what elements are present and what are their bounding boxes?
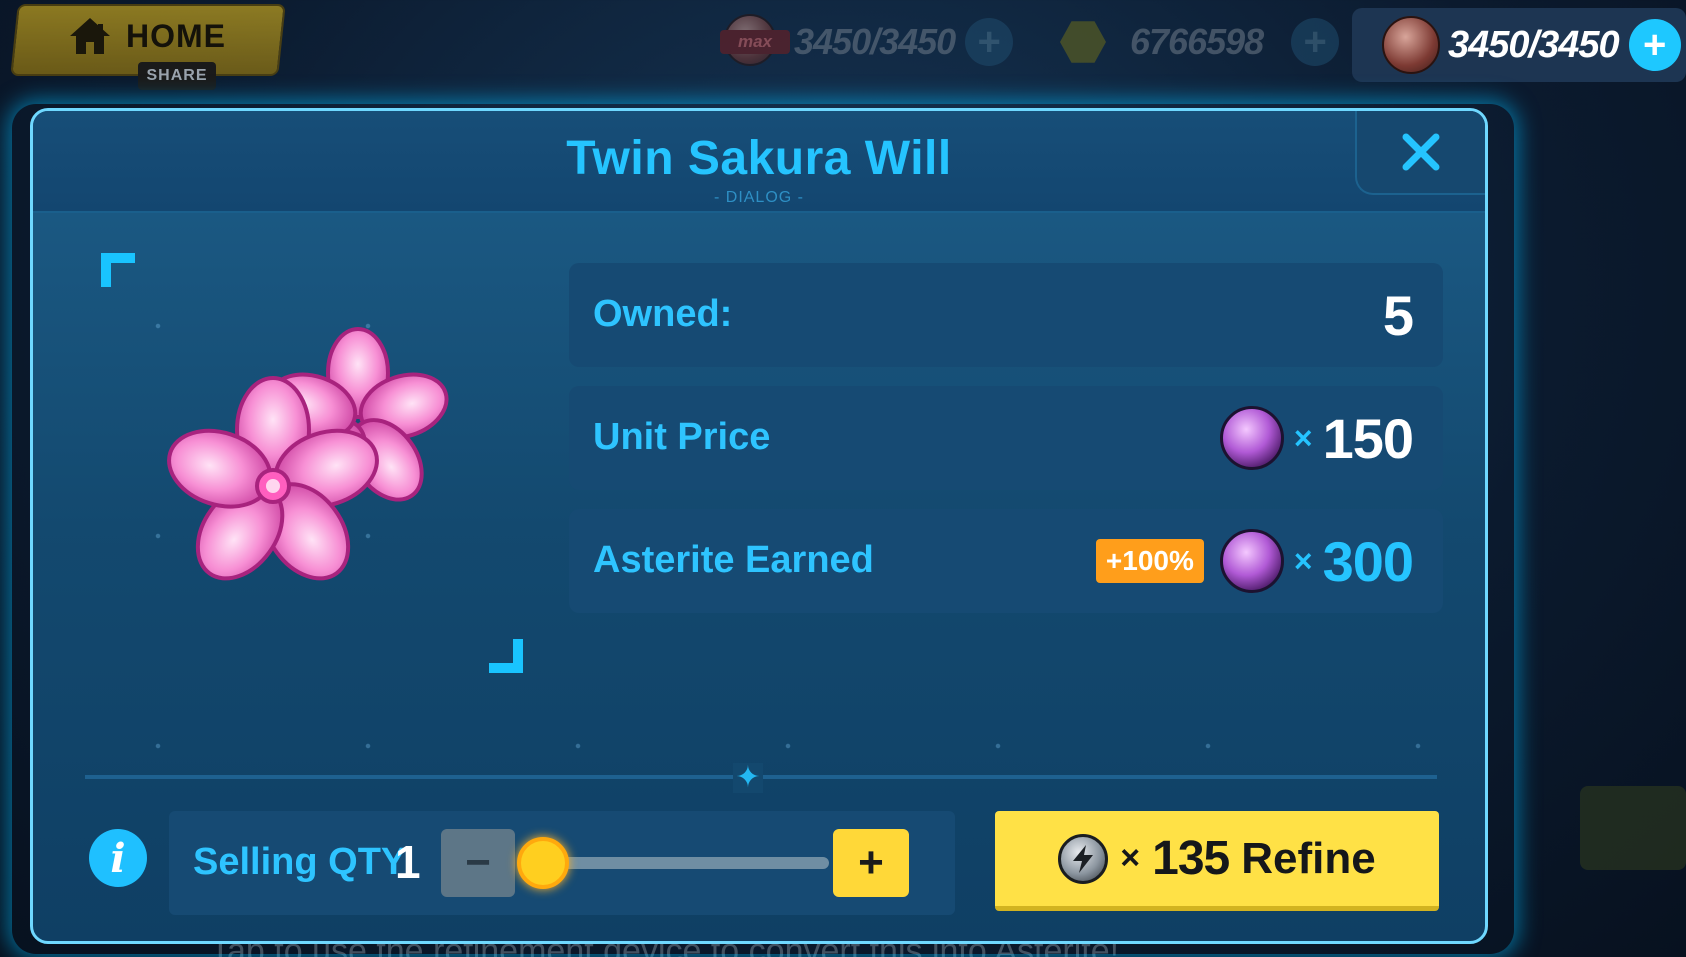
selling-qty-value: 1 <box>395 836 421 888</box>
owned-value: 5 <box>1382 283 1414 347</box>
top-bar: HOME SHARE max 3450/3450 + 6766598 + 345… <box>0 0 1686 90</box>
gold-value: 6766598 <box>1130 21 1264 62</box>
close-icon <box>1402 133 1440 171</box>
owned-label: Owned: <box>593 293 733 335</box>
dialog-title: Twin Sakura Will <box>566 132 952 185</box>
share-tag[interactable]: SHARE <box>138 62 216 90</box>
energy-value: 3450/3450 <box>1448 23 1620 66</box>
stamina-value: 3450/3450 <box>794 21 956 62</box>
asterite-gem-icon <box>1219 406 1284 470</box>
times-sign: × <box>1293 419 1313 456</box>
stamina-resource: max 3450/3450 + <box>720 14 1014 70</box>
selling-qty-label: Selling QTY <box>193 841 407 883</box>
sakura-flower-icon <box>167 327 449 581</box>
decrease-qty-button[interactable]: − <box>441 829 515 897</box>
sell-dialog: Twin Sakura Will - DIALOG - Owned: 5 Uni… <box>30 108 1488 944</box>
energy-resource: 3450/3450 + <box>1352 8 1686 82</box>
unit-price-row: Unit Price × 150 <box>569 386 1443 490</box>
owned-row: Owned: 5 <box>569 263 1443 367</box>
gold-add-button[interactable]: + <box>1291 18 1340 66</box>
asterite-earned-row: Asterite Earned +100% × 300 <box>569 509 1443 613</box>
divider-star-icon: ✦ <box>733 763 763 793</box>
selling-qty-panel: Selling QTY 1 − + <box>169 811 955 915</box>
stamina-add-button[interactable]: + <box>965 18 1014 66</box>
max-tag: max <box>720 30 790 54</box>
asterite-gem-icon <box>1219 529 1284 593</box>
unit-price-value: 150 <box>1322 406 1414 470</box>
refine-device-icon <box>1058 833 1109 884</box>
lightning-icon <box>1073 844 1094 873</box>
image-frame-corner-bottom-right <box>489 639 523 673</box>
gold-resource: 6766598 + <box>1060 14 1340 70</box>
asterite-earned-value: 300 <box>1322 529 1414 593</box>
refine-times-sign: × <box>1120 839 1141 877</box>
unit-price-label: Unit Price <box>593 416 771 458</box>
gold-icon <box>1060 21 1106 63</box>
refine-button[interactable]: × 135 Refine <box>995 811 1439 911</box>
qty-slider-track[interactable] <box>529 857 829 869</box>
dialog-header: Twin Sakura Will - DIALOG - <box>33 111 1485 213</box>
home-label: HOME <box>126 17 226 54</box>
close-button[interactable] <box>1355 111 1485 195</box>
energy-add-button[interactable]: + <box>1628 19 1681 71</box>
qty-slider-thumb[interactable] <box>517 837 569 889</box>
home-button-content[interactable]: HOME <box>68 16 226 56</box>
home-icon <box>70 18 110 54</box>
refine-cost: 135 <box>1152 832 1230 885</box>
refine-label: Refine <box>1241 833 1376 883</box>
background-sort-button <box>1580 786 1686 870</box>
bonus-badge: +100% <box>1095 539 1204 583</box>
asterite-earned-label: Asterite Earned <box>593 539 874 581</box>
energy-coin-icon <box>1382 16 1440 74</box>
dialog-subtitle: - DIALOG - <box>713 189 804 206</box>
increase-qty-button[interactable]: + <box>833 829 909 897</box>
image-frame-corner-top-left <box>101 253 135 287</box>
info-icon[interactable]: i <box>89 829 147 887</box>
times-sign: × <box>1293 542 1313 579</box>
